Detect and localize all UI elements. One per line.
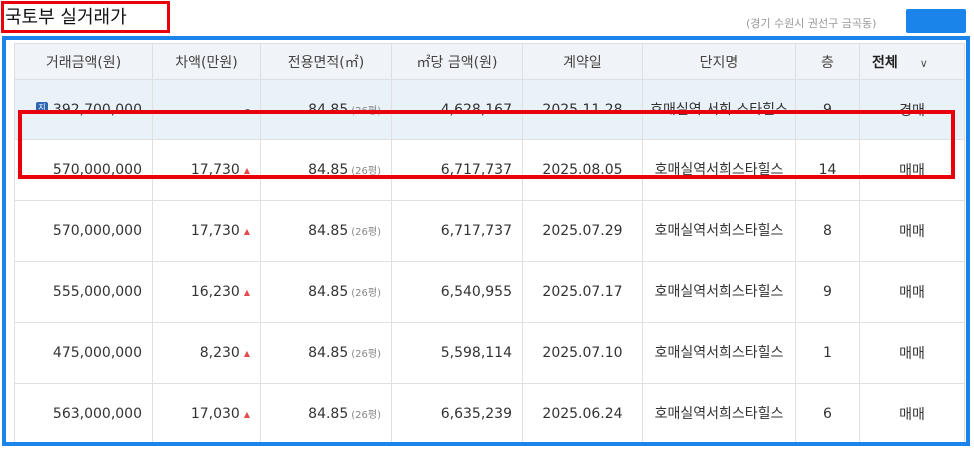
up-arrow-icon: ▲ — [243, 349, 250, 358]
col-header-per-m2: ㎡당 금액(원) — [391, 43, 523, 80]
floor-cell: 9 — [795, 261, 860, 323]
diff-cell: 17,030 ▲ — [152, 383, 261, 442]
area-cell: 84.85 (26평) — [260, 139, 392, 201]
price-cell: 555,000,000 — [14, 261, 153, 323]
area-cell: 84.85 (26평) — [260, 200, 392, 262]
page-title: 국토부 실거래가 — [5, 7, 127, 28]
diff-cell: 8,230 ▲ — [152, 322, 261, 384]
per-m2-cell: 6,717,737 — [391, 139, 523, 201]
floor-cell: 9 — [795, 79, 860, 140]
diff-cell: 16,230 ▲ — [152, 261, 261, 323]
complex-cell: 호매실역서희스타힐스 — [642, 200, 796, 262]
official-badge-icon: 지 — [35, 101, 48, 114]
date-cell: 2025.08.05 — [522, 139, 643, 201]
type-filter-dropdown[interactable]: 전체 ∨ — [859, 43, 965, 80]
complex-cell: 호매실역서희스타힐스 — [642, 322, 796, 384]
date-cell: 2025.07.10 — [522, 322, 643, 384]
chevron-down-icon: ∨ — [919, 56, 928, 70]
type-cell: 매매 — [859, 139, 965, 201]
table-row[interactable]: 570,000,000 17,730 ▲ 84.85 (26평) 6,717,737… — [14, 139, 965, 201]
price-cell: 475,000,000 — [14, 322, 153, 384]
location-label: (경기 수원시 권선구 금곡동) — [746, 17, 877, 30]
col-header-date: 계약일 — [522, 43, 643, 80]
type-filter-label: 전체 — [872, 54, 898, 71]
price-cell: 570,000,000 — [14, 139, 153, 201]
per-m2-cell: 4,628,167 — [391, 79, 523, 140]
area-cell: 84.85 (26평) — [260, 261, 392, 323]
date-cell: 2025.06.24 — [522, 383, 643, 442]
area-cell: 84.85 (26평) — [260, 383, 392, 442]
date-cell: 2025.07.29 — [522, 200, 643, 262]
up-arrow-icon: ▲ — [243, 410, 250, 419]
type-cell: 경매 — [859, 79, 965, 140]
price-cell: 570,000,000 — [14, 200, 153, 262]
table-row[interactable]: 570,000,000 17,730 ▲ 84.85 (26평) 6,717,737… — [14, 200, 965, 262]
date-cell: 2025.11.28 — [522, 79, 643, 140]
per-m2-cell: 6,635,239 — [391, 383, 523, 442]
blue-action-button[interactable] — [906, 9, 966, 33]
col-header-floor: 층 — [795, 43, 860, 80]
per-m2-cell: 6,717,737 — [391, 200, 523, 262]
complex-cell: 호매실역서희스타힐스 — [642, 261, 796, 323]
table-row[interactable]: 555,000,000 16,230 ▲ 84.85 (26평) 6,540,955… — [14, 261, 965, 323]
diff-cell: 17,730 ▲ — [152, 200, 261, 262]
diff-cell: 17,730 ▲ — [152, 139, 261, 201]
up-arrow-icon: ▲ — [243, 227, 250, 236]
col-header-area: 전용면적(㎡) — [260, 43, 392, 80]
complex-cell: 호매실역 서희 스타힐스 — [642, 79, 796, 140]
col-header-diff: 차액(만원) — [152, 43, 261, 80]
table-row[interactable]: 563,000,000 17,030 ▲ 84.85 (26평) 6,635,239… — [14, 383, 965, 442]
diff-cell: - — [152, 79, 261, 140]
area-cell: 84.85 (26평) — [260, 322, 392, 384]
type-cell: 매매 — [859, 322, 965, 384]
col-header-price: 거래금액(원) — [14, 43, 153, 80]
floor-cell: 14 — [795, 139, 860, 201]
floor-cell: 6 — [795, 383, 860, 442]
type-cell: 매매 — [859, 261, 965, 323]
type-cell: 매매 — [859, 200, 965, 262]
up-arrow-icon: ▲ — [243, 288, 250, 297]
complex-cell: 호매실역서희스타힐스 — [642, 383, 796, 442]
transactions-table-frame: 거래금액(원) 차액(만원) 전용면적(㎡) ㎡당 금액(원) 계약일 단지명 … — [2, 36, 970, 446]
per-m2-cell: 6,540,955 — [391, 261, 523, 323]
complex-cell: 호매실역서희스타힐스 — [642, 139, 796, 201]
floor-cell: 8 — [795, 200, 860, 262]
price-cell: 563,000,000 — [14, 383, 153, 442]
table-row[interactable]: 지 392,700,000 - 84.85 (26평) 4,628,167 2025… — [14, 79, 965, 140]
date-cell: 2025.07.17 — [522, 261, 643, 323]
type-cell: 매매 — [859, 383, 965, 442]
table-header-row: 거래금액(원) 차액(만원) 전용면적(㎡) ㎡당 금액(원) 계약일 단지명 … — [14, 43, 965, 80]
area-cell: 84.85 (26평) — [260, 79, 392, 140]
per-m2-cell: 5,598,114 — [391, 322, 523, 384]
table-row[interactable]: 475,000,000 8,230 ▲ 84.85 (26평) 5,598,114 … — [14, 322, 965, 384]
price-cell: 지 392,700,000 — [14, 79, 153, 140]
col-header-complex: 단지명 — [642, 43, 796, 80]
transactions-table: 거래금액(원) 차액(만원) 전용면적(㎡) ㎡당 금액(원) 계약일 단지명 … — [14, 43, 965, 442]
floor-cell: 1 — [795, 322, 860, 384]
up-arrow-icon: ▲ — [243, 166, 250, 175]
